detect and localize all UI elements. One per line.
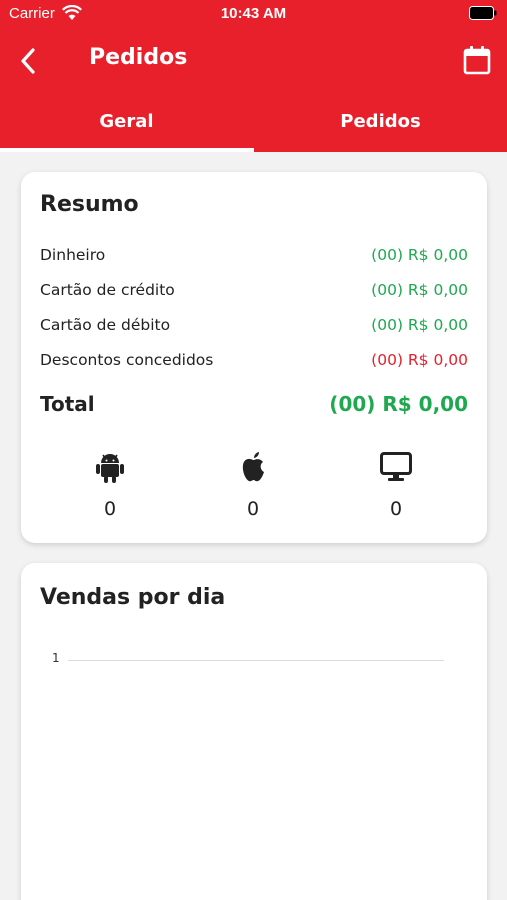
row-label: Descontos concedidos <box>40 351 214 369</box>
android-count: 0 <box>103 498 117 520</box>
back-arrow-icon[interactable] <box>14 46 44 76</box>
total-row: Total (00) R$ 0,00 <box>40 392 468 420</box>
row-value: (00) R$ 0,00 <box>371 281 468 299</box>
page-title: Pedidos <box>89 45 188 70</box>
desktop-icon <box>380 452 412 481</box>
row-label: Cartão de crédito <box>40 281 175 299</box>
total-value: (00) R$ 0,00 <box>329 392 468 416</box>
navigation-bar: Pedidos <box>0 36 507 86</box>
y-tick-label: 1 <box>52 651 60 665</box>
calendar-icon[interactable] <box>463 45 491 75</box>
tab-geral[interactable]: Geral <box>0 100 253 152</box>
row-label: Dinheiro <box>40 246 106 264</box>
row-value: (00) R$ 0,00 <box>371 246 468 264</box>
platform-android: 0 <box>70 450 150 530</box>
battery-icon <box>469 6 497 20</box>
tab-pedidos[interactable]: Pedidos <box>254 100 507 152</box>
summary-row-debito: Cartão de débito (00) R$ 0,00 <box>40 316 468 338</box>
summary-row-credito: Cartão de crédito (00) R$ 0,00 <box>40 281 468 303</box>
summary-row-dinheiro: Dinheiro (00) R$ 0,00 <box>40 246 468 268</box>
android-icon <box>96 454 124 483</box>
row-value: (00) R$ 0,00 <box>371 351 468 369</box>
sales-chart-card: Vendas por dia 1 <box>21 563 487 900</box>
row-value: (00) R$ 0,00 <box>371 316 468 334</box>
status-bar: Carrier 10:43 AM <box>0 0 507 28</box>
total-label: Total <box>40 392 95 416</box>
chart-gridline <box>68 660 444 661</box>
summary-card: Resumo Dinheiro (00) R$ 0,00 Cartão de c… <box>21 172 487 543</box>
summary-title: Resumo <box>40 192 139 217</box>
apple-icon <box>242 452 264 482</box>
apple-count: 0 <box>246 498 260 520</box>
platform-apple: 0 <box>213 450 293 530</box>
platform-desktop: 0 <box>356 450 436 530</box>
row-label: Cartão de débito <box>40 316 171 334</box>
status-time: 10:43 AM <box>220 5 287 22</box>
desktop-count: 0 <box>389 498 403 520</box>
chart-title: Vendas por dia <box>40 585 226 610</box>
tab-indicator <box>0 148 254 152</box>
tab-bar: Geral Pedidos <box>0 100 507 152</box>
app-header: Carrier 10:43 AM Pedidos Geral Pedidos <box>0 0 507 152</box>
summary-row-descontos: Descontos concedidos (00) R$ 0,00 <box>40 351 468 373</box>
